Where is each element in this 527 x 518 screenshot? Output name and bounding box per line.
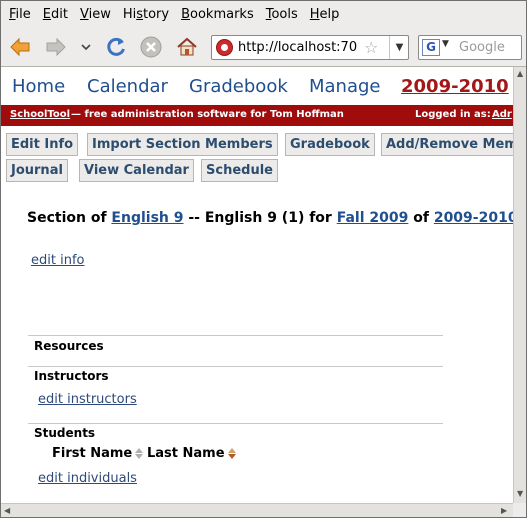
scrollbar-corner xyxy=(513,503,526,517)
back-arrow-icon xyxy=(10,37,30,57)
resources-heading: Resources xyxy=(34,339,104,353)
section-of: of xyxy=(413,210,429,226)
schooltool-brand-link[interactable]: SchoolTool xyxy=(10,109,70,120)
divider xyxy=(28,423,443,424)
logged-in-user-link[interactable]: Adr xyxy=(492,109,512,120)
chevron-down-icon[interactable]: ▼ xyxy=(442,39,449,49)
menu-help[interactable]: Help xyxy=(304,7,346,22)
chevron-down-icon: ▼ xyxy=(395,42,404,53)
history-dropdown-button[interactable] xyxy=(77,35,95,59)
bookmark-star-icon[interactable]: ☆ xyxy=(364,38,378,57)
home-button[interactable] xyxy=(174,35,200,59)
scroll-down-icon[interactable]: ▼ xyxy=(517,489,523,498)
banner-bar: SchoolTool — free administration softwar… xyxy=(1,105,513,126)
forward-button[interactable] xyxy=(43,35,69,59)
schooltool-top-nav: Home Calendar Gradebook Manage 2009-2010 xyxy=(1,67,513,103)
gradebook-button[interactable]: Gradebook xyxy=(285,133,375,156)
section-prefix: Section of xyxy=(27,210,107,226)
last-name-column-header[interactable]: Last Name xyxy=(147,446,225,461)
add-remove-members-button[interactable]: Add/Remove Mem xyxy=(381,133,513,156)
section-middle: -- English 9 (1) for xyxy=(188,210,332,226)
reload-icon xyxy=(107,37,125,56)
import-section-members-button[interactable]: Import Section Members xyxy=(87,133,278,156)
view-calendar-button[interactable]: View Calendar xyxy=(79,159,194,182)
sort-icon[interactable] xyxy=(134,448,144,460)
edit-info-button[interactable]: Edit Info xyxy=(6,133,79,156)
divider xyxy=(28,335,443,336)
first-name-column-header[interactable]: First Name xyxy=(52,446,132,461)
browser-window: File Edit View History Bookmarks Tools H… xyxy=(0,0,527,518)
section-title: Section of English 9 -- English 9 (1) fo… xyxy=(27,210,513,226)
address-bar[interactable]: http://localhost:70 ☆ ▼ xyxy=(211,35,409,60)
edit-individuals-link[interactable]: edit individuals xyxy=(38,471,137,486)
home-icon xyxy=(177,37,197,56)
menu-tools[interactable]: Tools xyxy=(260,7,304,22)
scroll-left-icon[interactable]: ◀ xyxy=(4,506,10,515)
instructors-heading: Instructors xyxy=(34,369,109,383)
nav-manage-link[interactable]: Manage xyxy=(309,76,381,97)
address-dropdown-button[interactable]: ▼ xyxy=(389,36,409,59)
menu-bar: File Edit View History Bookmarks Tools H… xyxy=(1,1,526,27)
nav-calendar-link[interactable]: Calendar xyxy=(87,76,168,97)
stop-icon xyxy=(140,36,162,58)
reload-button[interactable] xyxy=(103,35,129,59)
menu-file[interactable]: File xyxy=(3,7,37,22)
chevron-down-icon xyxy=(81,44,91,51)
site-favicon-icon xyxy=(216,39,233,56)
back-button[interactable] xyxy=(7,35,33,59)
course-link[interactable]: English 9 xyxy=(111,210,183,226)
nav-schoolyear-link[interactable]: 2009-2010 xyxy=(401,76,509,97)
logged-in-label: Logged in as: xyxy=(415,109,491,120)
navigation-toolbar: http://localhost:70 ☆ ▼ G ▼ Google xyxy=(1,27,526,67)
address-text[interactable]: http://localhost:70 xyxy=(238,40,357,55)
schedule-button[interactable]: Schedule xyxy=(201,159,278,182)
nav-gradebook-link[interactable]: Gradebook xyxy=(189,76,288,97)
term-link[interactable]: Fall 2009 xyxy=(337,210,409,226)
page-viewport: Home Calendar Gradebook Manage 2009-2010… xyxy=(1,67,513,503)
search-input[interactable]: Google xyxy=(459,40,505,55)
nav-home-link[interactable]: Home xyxy=(12,76,65,97)
search-bar[interactable]: G ▼ Google xyxy=(418,35,522,60)
sort-icon[interactable] xyxy=(227,448,237,460)
menu-history[interactable]: History xyxy=(117,7,175,22)
schoolyear-link[interactable]: 2009-2010 xyxy=(434,210,513,226)
horizontal-scrollbar[interactable]: ◀ ▶ xyxy=(1,503,513,517)
scroll-up-icon[interactable]: ▲ xyxy=(517,69,523,78)
banner-tagline: — free administration software for Tom H… xyxy=(71,109,344,120)
divider xyxy=(28,366,443,367)
stop-button[interactable] xyxy=(138,35,164,59)
menu-edit[interactable]: Edit xyxy=(37,7,74,22)
edit-instructors-link[interactable]: edit instructors xyxy=(38,392,137,407)
scroll-right-icon[interactable]: ▶ xyxy=(501,506,507,515)
forward-arrow-icon xyxy=(46,37,66,57)
menu-view[interactable]: View xyxy=(74,7,117,22)
menu-bookmarks[interactable]: Bookmarks xyxy=(175,7,260,22)
vertical-scrollbar[interactable]: ▲ ▼ xyxy=(513,67,526,503)
google-engine-icon[interactable]: G xyxy=(422,39,440,56)
students-heading: Students xyxy=(34,426,96,440)
journal-button[interactable]: Journal xyxy=(6,159,68,182)
edit-info-link[interactable]: edit info xyxy=(31,253,84,268)
